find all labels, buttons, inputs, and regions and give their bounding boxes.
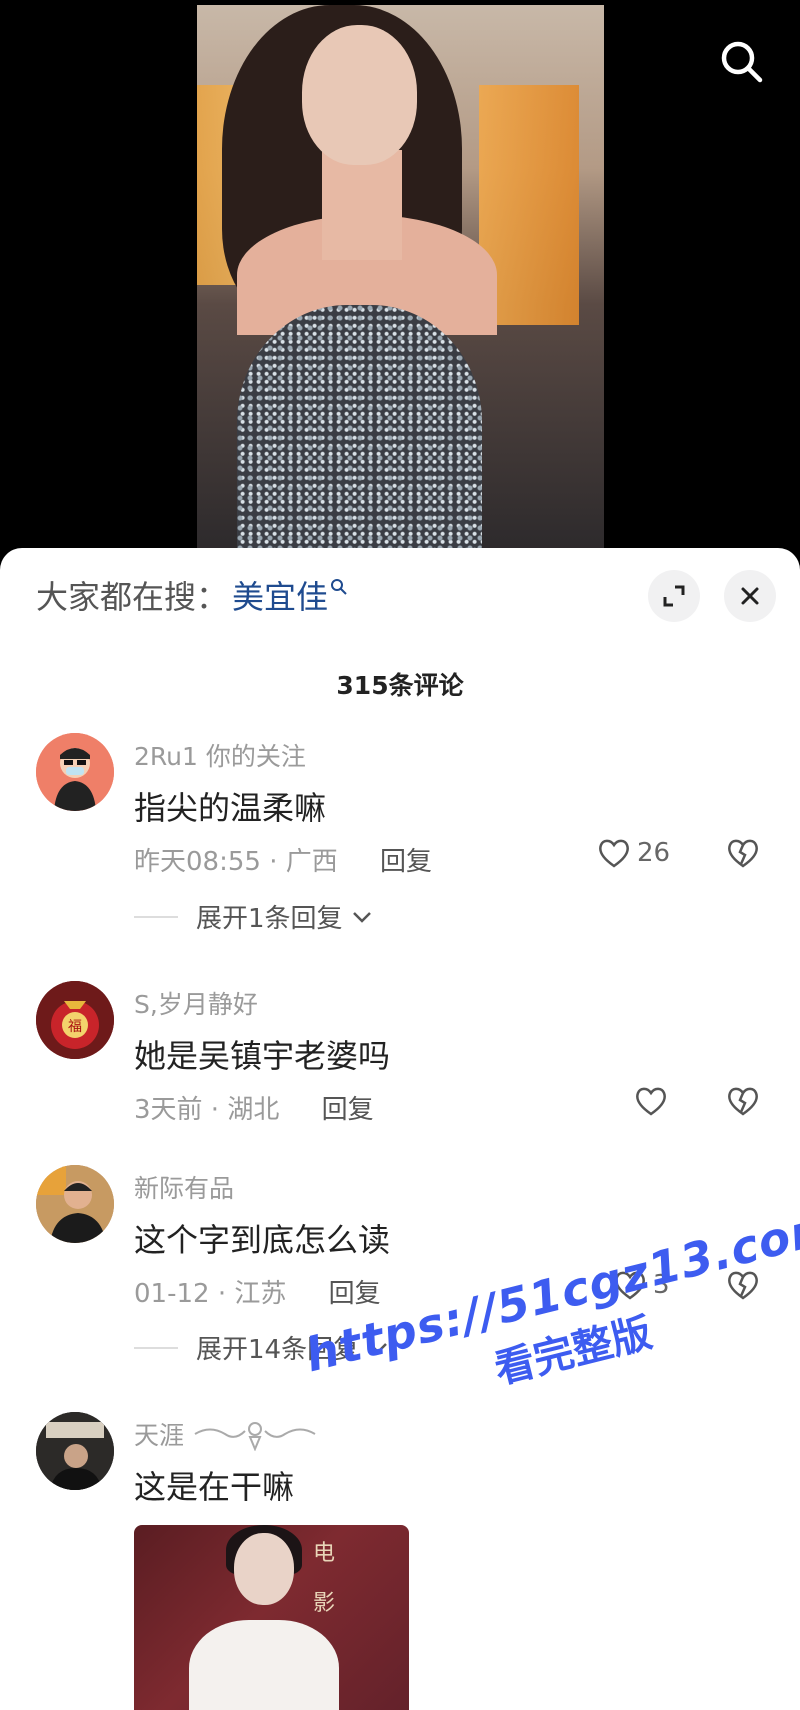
divider [134, 1346, 178, 1349]
video-subject-neck [322, 150, 402, 260]
heart-icon [599, 839, 629, 868]
broken-heart-icon [728, 1271, 758, 1300]
like-button[interactable] [634, 1085, 668, 1117]
expand-panel-button[interactable] [648, 570, 700, 622]
like-count: 3 [653, 1270, 670, 1300]
dislike-button[interactable] [726, 837, 760, 873]
comment-image[interactable]: 电 影 [134, 1525, 409, 1710]
panel-header: 大家都在搜： 美宜佳 [36, 570, 776, 622]
comment-count: 315条评论 [336, 671, 464, 700]
dislike-button[interactable] [726, 1269, 760, 1305]
comments-panel: 大家都在搜： 美宜佳 315条评论 2Ru1 你的关注 指尖的温柔嘛 昨天08:… [0, 548, 800, 1710]
expand-replies-label: 展开1条回复 [196, 904, 343, 934]
like-count: 26 [637, 838, 671, 868]
person-avatar-icon [36, 1165, 114, 1243]
comment-time-location: 昨天08:55 · 广西 [134, 847, 338, 877]
comment-text: 这是在干嘛 [134, 1468, 295, 1506]
broken-heart-icon [728, 839, 758, 868]
search-button[interactable] [714, 34, 770, 90]
comment-text: 指尖的温柔嘛 [134, 789, 327, 827]
heart-icon [615, 1271, 645, 1300]
dislike-button[interactable] [726, 1085, 760, 1121]
heart-icon [636, 1087, 666, 1116]
avatar[interactable] [36, 1412, 114, 1490]
video-player[interactable] [0, 0, 800, 560]
expand-replies-button[interactable]: 展开1条回复 [134, 898, 375, 935]
like-button[interactable]: 26 [597, 837, 670, 869]
expand-icon [663, 585, 685, 607]
avatar[interactable] [36, 733, 114, 811]
video-frame[interactable] [197, 5, 604, 550]
trending-search-link[interactable]: 美宜佳 [232, 572, 328, 618]
trending-label: 大家都在搜： [36, 578, 229, 616]
expand-replies-button[interactable]: 展开14条回复 [134, 1329, 391, 1366]
comment-username[interactable]: S,岁月静好 [134, 985, 258, 1021]
fortune-bag-avatar-icon: 福 [36, 981, 114, 1059]
comment-text: 她是吴镇宇老婆吗 [134, 1037, 391, 1075]
comment-meta: 01-12 · 江苏 回复 [134, 1273, 381, 1310]
avatar[interactable] [36, 1165, 114, 1243]
image-caption: 影 [312, 1591, 335, 1616]
comment-meta: 昨天08:55 · 广西 回复 [134, 841, 432, 878]
reply-button[interactable]: 回复 [322, 1095, 374, 1125]
image-figure-head [234, 1533, 294, 1605]
comment-username-text: 天涯 [134, 1421, 185, 1450]
chevron-down-icon [369, 1342, 387, 1354]
comment-time-location: 01-12 · 江苏 [134, 1279, 287, 1309]
divider [134, 915, 178, 918]
image-figure-body [189, 1620, 339, 1710]
ornament-icon [194, 1422, 316, 1451]
chevron-down-icon [352, 911, 371, 923]
video-subject-dress [237, 305, 482, 550]
reply-button[interactable]: 回复 [329, 1279, 381, 1309]
video-subject-face [302, 25, 417, 165]
reply-button[interactable]: 回复 [380, 847, 432, 877]
close-icon [741, 587, 759, 605]
comment-username[interactable]: 天涯 [134, 1416, 320, 1452]
small-search-icon [331, 579, 347, 595]
cartoon-avatar-icon [36, 733, 114, 811]
svg-text:福: 福 [68, 1019, 82, 1035]
avatar[interactable]: 福 [36, 981, 114, 1059]
image-caption: 电 [312, 1541, 335, 1566]
comment-time-location: 3天前 · 湖北 [134, 1095, 280, 1125]
expand-replies-label: 展开14条回复 [196, 1335, 360, 1365]
comment-username[interactable]: 新际有品 [134, 1169, 234, 1205]
comment-meta: 3天前 · 湖北 回复 [134, 1089, 374, 1126]
broken-heart-icon [728, 1087, 758, 1116]
comment-text: 这个字到底怎么读 [134, 1221, 391, 1259]
comment-username[interactable]: 2Ru1 你的关注 [134, 737, 306, 773]
close-button[interactable] [724, 570, 776, 622]
search-icon [721, 41, 763, 83]
person-avatar-icon [36, 1412, 114, 1490]
like-button[interactable]: 3 [613, 1269, 670, 1301]
